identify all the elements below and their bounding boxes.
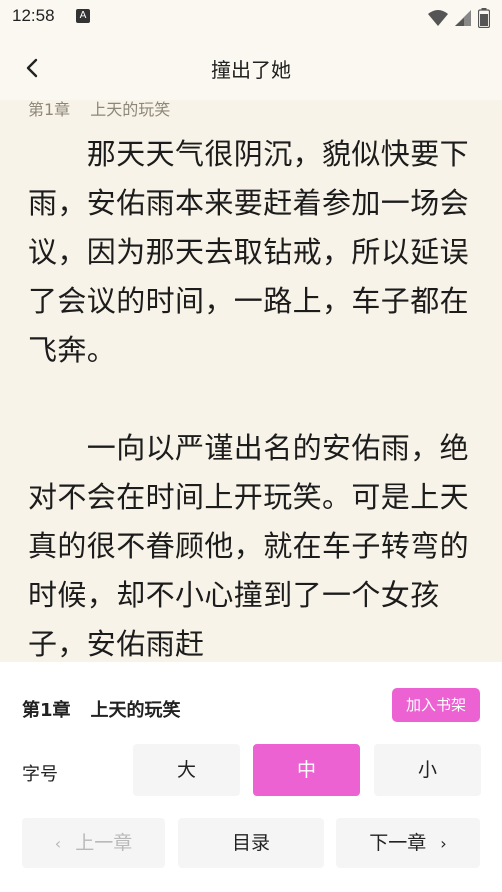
- page-title: 撞出了她: [211, 58, 291, 82]
- next-chapter-button[interactable]: 下一章 ›: [336, 818, 480, 868]
- reader-settings-panel: 第1章 上天的玩笑 加入书架 字号 大 中 小 ‹ 上一章 目录 下一章 ›: [0, 662, 502, 892]
- font-size-small-button[interactable]: 小: [374, 744, 481, 796]
- panel-chapter-name: 上天的玩笑: [90, 700, 181, 721]
- chapter-heading-ghost: 第1章 上天的玩笑: [28, 100, 170, 120]
- signal-icon: [455, 10, 471, 26]
- chevron-right-icon: ›: [440, 834, 447, 853]
- notification-icon: A: [76, 9, 90, 23]
- chapter-text: 那天天气很阴沉，貌似快要下雨，安佑雨本来要赶着参加一场会议，因为那天去取钻戒，所…: [28, 130, 476, 662]
- status-icons: [428, 8, 490, 28]
- chevron-left-icon: ‹: [54, 834, 62, 853]
- chapter-name: 上天的玩笑: [90, 100, 171, 119]
- status-time: 12:58: [12, 6, 55, 25]
- previous-chapter-button[interactable]: ‹ 上一章: [22, 818, 165, 868]
- add-to-bookshelf-button[interactable]: 加入书架: [392, 688, 480, 722]
- panel-chapter-title: 第1章 上天的玩笑: [22, 696, 181, 722]
- paragraph: 那天天气很阴沉，貌似快要下雨，安佑雨本来要赶着参加一场会议，因为那天去取钻戒，所…: [28, 137, 470, 367]
- font-size-medium-button[interactable]: 中: [253, 744, 360, 796]
- panel-chapter-number: 第1章: [22, 700, 71, 721]
- reading-area[interactable]: 第1章 上天的玩笑 那天天气很阴沉，貌似快要下雨，安佑雨本来要赶着参加一场会议，因…: [0, 100, 502, 662]
- app-header: 撞出了她: [0, 36, 502, 100]
- previous-chapter-label: 上一章: [75, 832, 133, 854]
- font-size-label: 字号: [22, 764, 58, 785]
- table-of-contents-button[interactable]: 目录: [178, 818, 324, 868]
- font-size-large-button[interactable]: 大: [133, 744, 240, 796]
- status-bar: 12:58 A: [0, 0, 502, 36]
- next-chapter-label: 下一章: [369, 832, 427, 854]
- battery-icon: [478, 8, 490, 28]
- wifi-icon: [428, 10, 448, 26]
- chapter-number: 第1章: [28, 100, 71, 119]
- paragraph: 一向以严谨出名的安佑雨，绝对不会在时间上开玩笑。可是上天真的很不眷顾他，就在车子…: [28, 431, 470, 661]
